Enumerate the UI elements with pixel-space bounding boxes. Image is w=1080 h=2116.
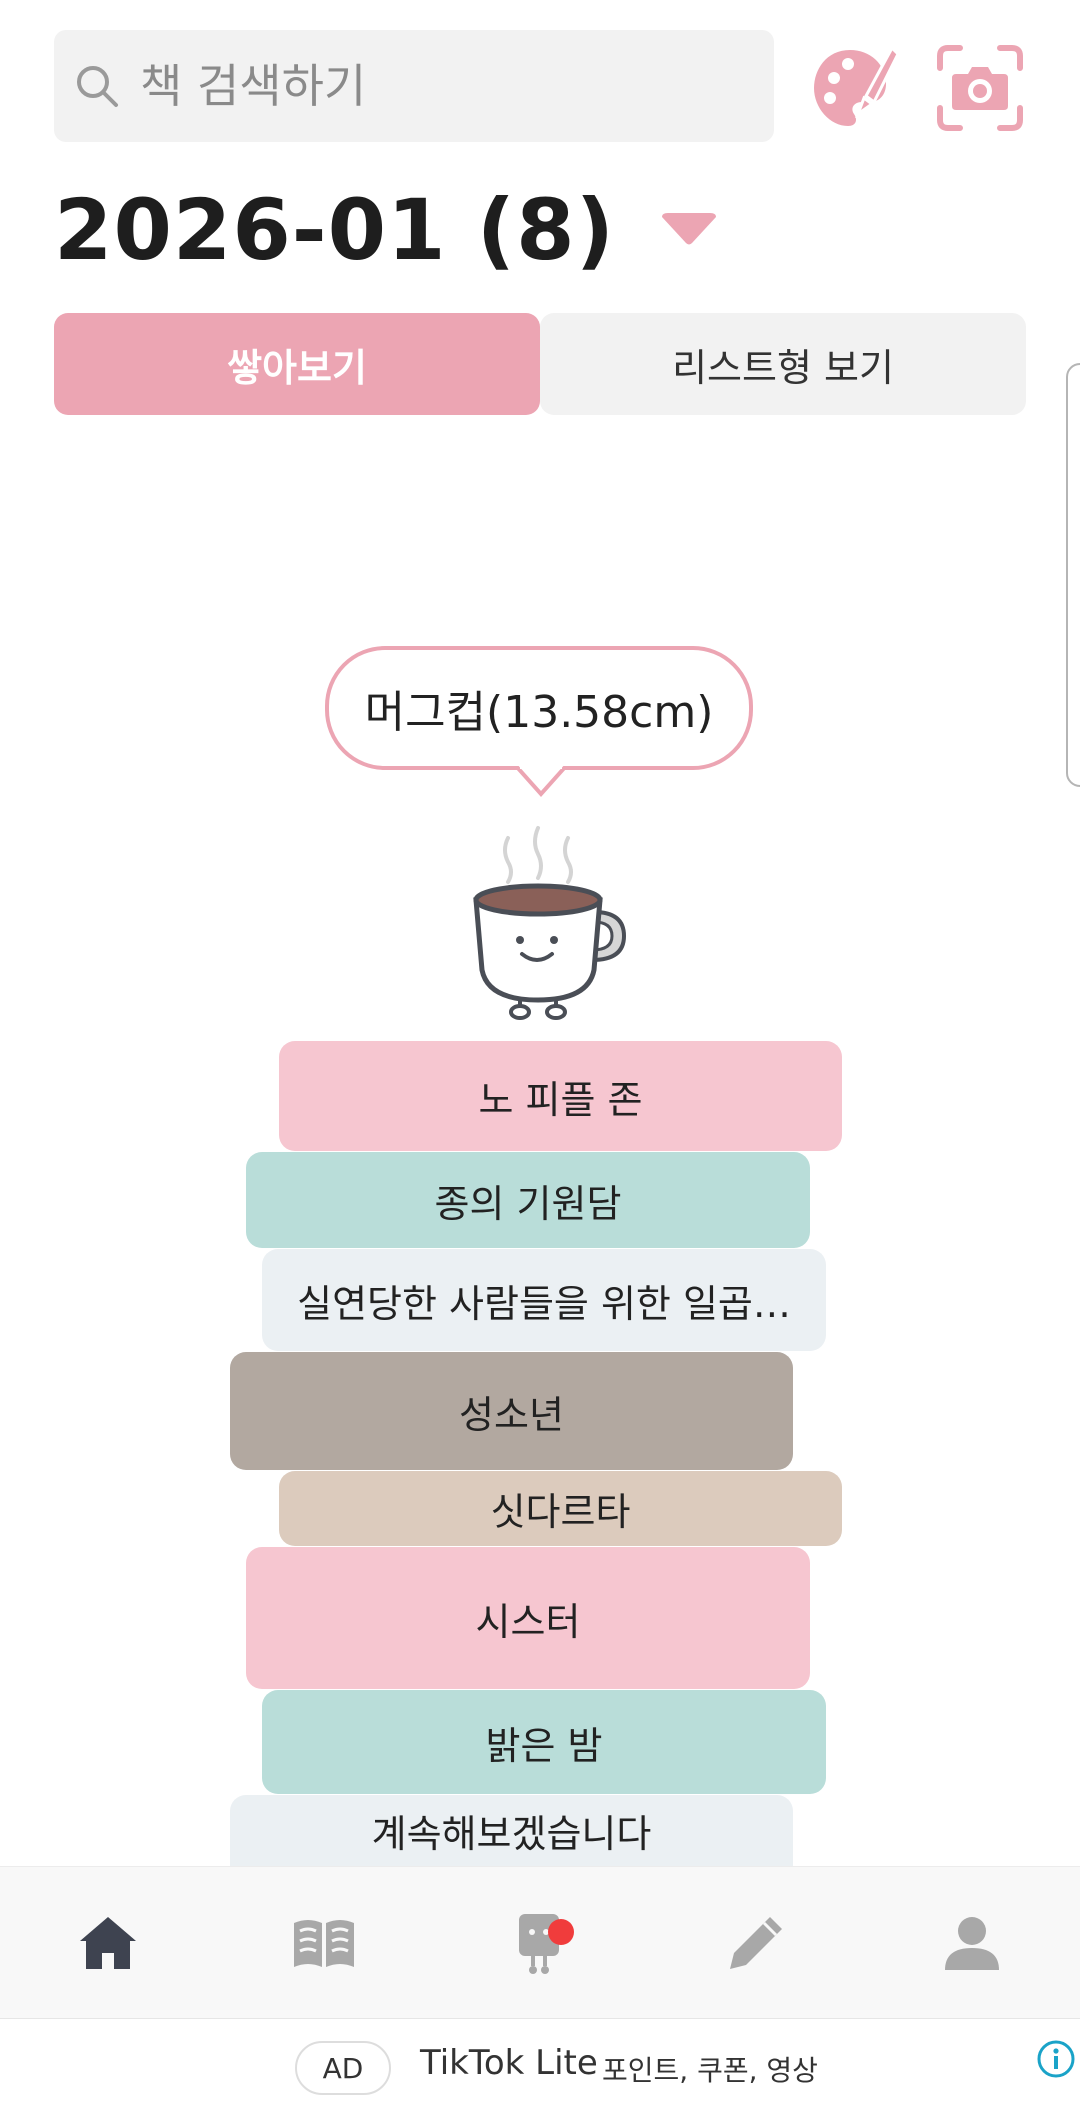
chevron-down-icon[interactable] [659,210,719,250]
nav-profile[interactable] [912,1883,1032,2003]
bottom-nav [0,1866,1080,2019]
side-drawer-handle[interactable] [1066,363,1080,787]
search-input[interactable] [138,29,774,143]
pencil-icon [730,1917,782,1969]
theme-palette-button[interactable] [806,40,902,136]
height-tooltip-text: 머그컵(13.58cm) [364,687,714,738]
book-spine[interactable]: 계속해보겠습니다 [230,1795,793,1866]
book-title: 계속해보겠습니다 [371,1812,652,1856]
book-spine[interactable]: 밝은 밤 [262,1690,826,1794]
nav-library[interactable] [264,1883,384,2003]
ad-banner[interactable]: AD TikTok Lite 포인트, 쿠폰, 영상 [0,2018,1080,2116]
home-icon [80,1917,136,1969]
month-title: 2026-01 (8) [54,181,616,279]
profile-icon [945,1917,999,1970]
book-title: 실연당한 사람들을 위한 일곱… [297,1281,791,1326]
notification-dot [548,1919,574,1945]
view-tabs: 쌓아보기 리스트형 보기 [54,313,1026,415]
book-title: 종의 기원담 [434,1181,622,1226]
book-title: 싯다르타 [490,1490,631,1534]
height-tooltip: 머그컵(13.58cm) [325,646,753,770]
book-spine[interactable]: 종의 기원담 [246,1152,810,1248]
book-spine[interactable]: 노 피플 존 [279,1041,842,1151]
book-title: 시스터 [475,1599,581,1644]
book-spine[interactable]: 시스터 [246,1547,810,1689]
ad-badge: AD [295,2041,391,2095]
nav-write[interactable] [696,1883,816,2003]
book-title: 성소년 [459,1392,564,1437]
month-selector[interactable]: 2026-01 (8) [54,175,719,285]
info-icon[interactable] [1036,2039,1076,2079]
camera-icon [937,45,1023,131]
book-title: 노 피플 존 [478,1077,643,1122]
tooltip-tail [516,766,566,798]
nav-home[interactable] [48,1883,168,2003]
book-icon [294,1920,354,1967]
book-title: 밝은 밤 [485,1723,603,1768]
palette-icon [814,45,900,126]
book-spine[interactable]: 실연당한 사람들을 위한 일곱… [262,1249,826,1351]
tab-stack-view[interactable]: 쌓아보기 [54,313,540,415]
nav-bot[interactable] [480,1883,600,2003]
tab-list-view[interactable]: 리스트형 보기 [540,313,1026,415]
camera-scan-button[interactable] [932,40,1028,136]
search-bar[interactable] [54,29,774,143]
book-spine[interactable]: 싯다르타 [279,1471,842,1546]
search-icon [74,61,124,111]
ad-title: TikTok Lite [420,2043,598,2083]
book-spine[interactable]: 성소년 [230,1352,793,1470]
ad-subtitle: 포인트, 쿠폰, 영상 [602,2054,818,2087]
mug-character-icon [473,826,627,1020]
